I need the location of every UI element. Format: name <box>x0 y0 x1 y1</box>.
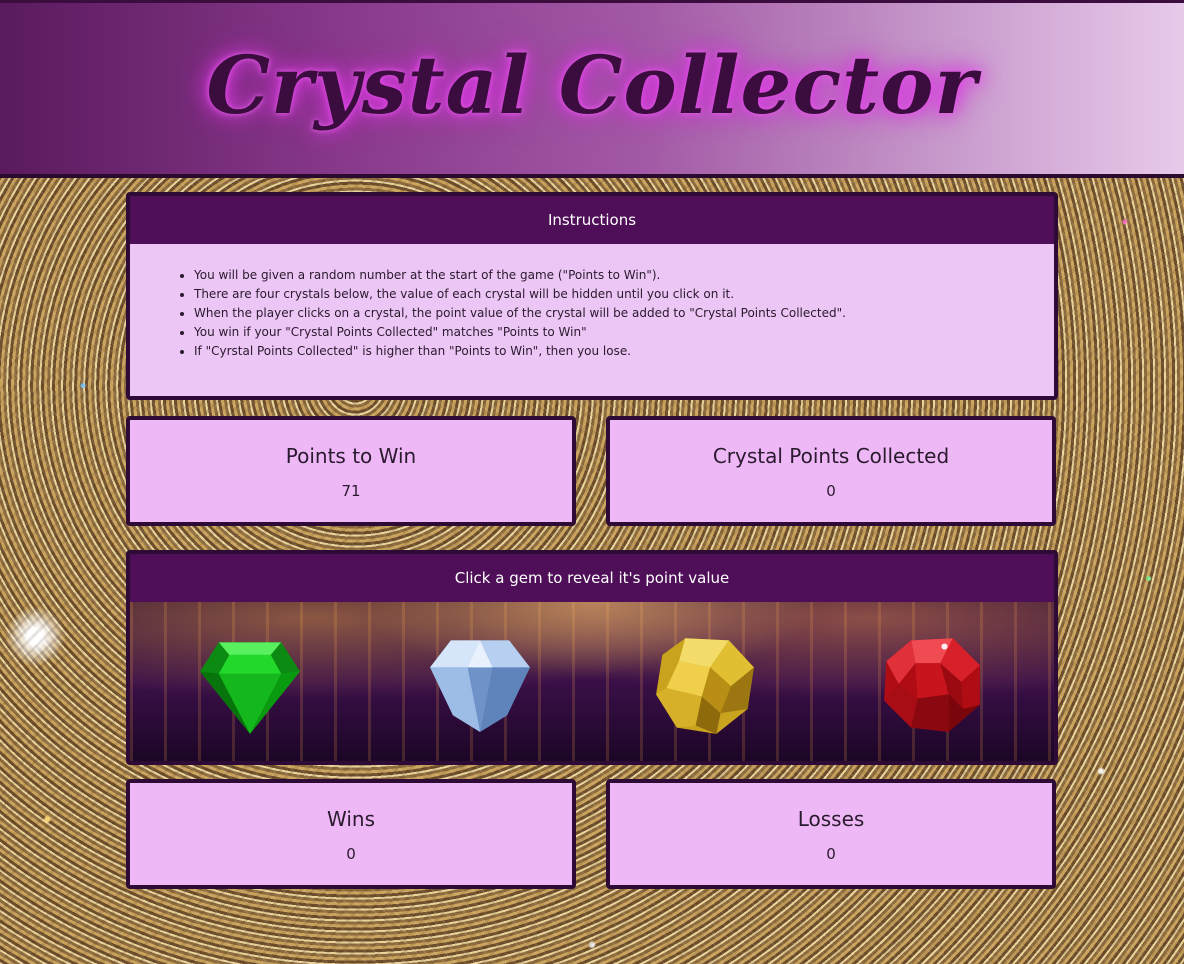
header-banner: Crystal Collector <box>0 0 1184 178</box>
wins-panel: Wins 0 <box>126 779 576 889</box>
points-to-win-value: 71 <box>341 482 361 500</box>
instruction-item: If "Cyrstal Points Collected" is higher … <box>194 342 1054 361</box>
gems-heading: Click a gem to reveal it's point value <box>130 554 1054 602</box>
losses-value: 0 <box>826 845 836 863</box>
instruction-item: When the player clicks on a crystal, the… <box>194 304 1054 323</box>
gems-panel: Click a gem to reveal it's point value <box>126 550 1058 765</box>
instruction-item: You will be given a random number at the… <box>194 266 1054 285</box>
wins-value: 0 <box>346 845 356 863</box>
points-collected-panel: Crystal Points Collected 0 <box>606 416 1056 526</box>
blue-gem-button[interactable] <box>428 632 532 736</box>
points-to-win-label: Points to Win <box>285 444 417 468</box>
losses-panel: Losses 0 <box>606 779 1056 889</box>
yellow-gem-button[interactable] <box>654 632 758 736</box>
instructions-list: You will be given a random number at the… <box>130 244 1054 361</box>
page-title: Crystal Collector <box>206 37 978 132</box>
instructions-panel: Instructions You will be given a random … <box>126 192 1058 400</box>
instruction-item: You win if your "Crystal Points Collecte… <box>194 323 1054 342</box>
instruction-item: There are four crystals below, the value… <box>194 285 1054 304</box>
points-collected-label: Crystal Points Collected <box>712 444 950 468</box>
green-gem-button[interactable] <box>198 632 302 736</box>
yellow-gem-icon <box>656 638 754 734</box>
gem-stage <box>130 602 1054 761</box>
points-collected-value: 0 <box>826 482 836 500</box>
instructions-heading: Instructions <box>130 196 1054 244</box>
diamond-gem-icon <box>430 640 530 732</box>
green-gem-icon <box>200 642 300 734</box>
red-gem-button[interactable] <box>880 632 984 736</box>
ruby-gem-icon <box>884 638 980 732</box>
points-to-win-panel: Points to Win 71 <box>126 416 576 526</box>
wins-label: Wins <box>327 807 375 831</box>
losses-label: Losses <box>797 807 865 831</box>
